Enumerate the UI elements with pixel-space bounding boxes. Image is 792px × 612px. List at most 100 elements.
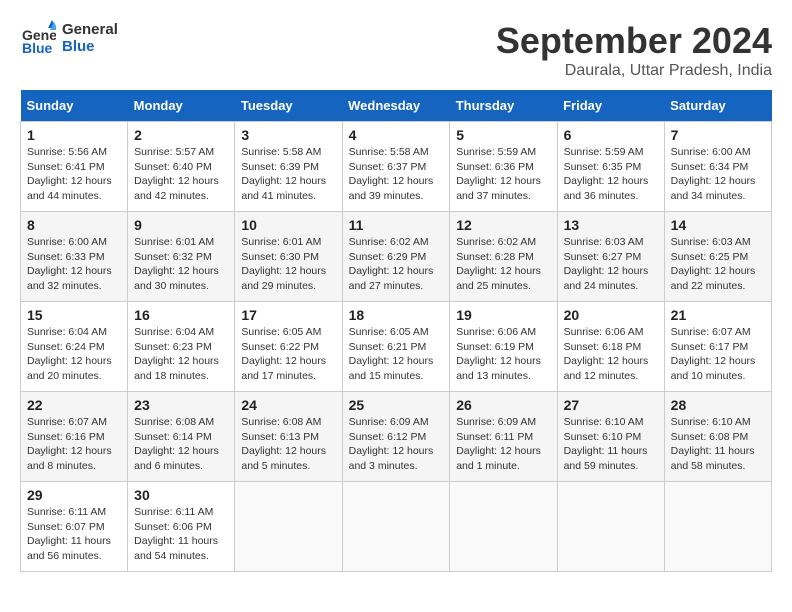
day-number: 21 bbox=[671, 307, 765, 323]
logo-general: General bbox=[62, 21, 118, 38]
day-info: Sunrise: 6:03 AM Sunset: 6:25 PM Dayligh… bbox=[671, 235, 765, 294]
day-number: 20 bbox=[564, 307, 658, 323]
day-info: Sunrise: 6:09 AM Sunset: 6:11 PM Dayligh… bbox=[456, 415, 550, 474]
calendar-table: SundayMondayTuesdayWednesdayThursdayFrid… bbox=[20, 90, 772, 572]
day-cell: 4Sunrise: 5:58 AM Sunset: 6:37 PM Daylig… bbox=[342, 122, 450, 212]
day-cell bbox=[235, 482, 342, 572]
day-info: Sunrise: 6:00 AM Sunset: 6:33 PM Dayligh… bbox=[27, 235, 121, 294]
day-cell: 3Sunrise: 5:58 AM Sunset: 6:39 PM Daylig… bbox=[235, 122, 342, 212]
day-info: Sunrise: 6:06 AM Sunset: 6:19 PM Dayligh… bbox=[456, 325, 550, 384]
day-number: 26 bbox=[456, 397, 550, 413]
day-number: 13 bbox=[564, 217, 658, 233]
day-cell: 29 Sunrise: 6:11 AM Sunset: 6:07 PM Dayli… bbox=[21, 482, 128, 572]
day-info: Sunrise: 6:11 AM Sunset: 6:07 PM Dayligh… bbox=[27, 505, 121, 564]
day-info: Sunrise: 6:08 AM Sunset: 6:13 PM Dayligh… bbox=[241, 415, 335, 474]
day-cell: 1 Sunrise: 5:56 AM Sunset: 6:41 PM Daylig… bbox=[21, 122, 128, 212]
day-number: 8 bbox=[27, 217, 121, 233]
day-info: Sunrise: 5:59 AM Sunset: 6:36 PM Dayligh… bbox=[456, 145, 550, 204]
day-info: Sunrise: 6:02 AM Sunset: 6:28 PM Dayligh… bbox=[456, 235, 550, 294]
day-number: 22 bbox=[27, 397, 121, 413]
day-cell: 6 Sunrise: 5:59 AM Sunset: 6:35 PM Daylig… bbox=[557, 122, 664, 212]
day-cell: 8 Sunrise: 6:00 AM Sunset: 6:33 PM Daylig… bbox=[21, 212, 128, 302]
day-number: 7 bbox=[671, 127, 765, 143]
day-info: Sunrise: 6:05 AM Sunset: 6:22 PM Dayligh… bbox=[241, 325, 335, 384]
day-number: 1 bbox=[27, 127, 121, 143]
logo-icon: General Blue bbox=[20, 20, 56, 56]
day-info: Sunrise: 6:11 AM Sunset: 6:06 PM Dayligh… bbox=[134, 505, 228, 564]
day-number: 6 bbox=[564, 127, 658, 143]
week-row-2: 8 Sunrise: 6:00 AM Sunset: 6:33 PM Daylig… bbox=[21, 212, 772, 302]
day-cell: 2 Sunrise: 5:57 AM Sunset: 6:40 PM Daylig… bbox=[128, 122, 235, 212]
day-cell: 9 Sunrise: 6:01 AM Sunset: 6:32 PM Daylig… bbox=[128, 212, 235, 302]
day-info: Sunrise: 6:10 AM Sunset: 6:10 PM Dayligh… bbox=[564, 415, 658, 474]
header: General Blue General Blue September 2024… bbox=[20, 20, 772, 80]
header-monday: Monday bbox=[128, 90, 235, 122]
day-number: 27 bbox=[564, 397, 658, 413]
day-cell: 25 Sunrise: 6:09 AM Sunset: 6:12 PM Dayli… bbox=[342, 392, 450, 482]
day-number: 3 bbox=[241, 127, 335, 143]
month-title: September 2024 bbox=[496, 20, 772, 62]
day-cell: 24 Sunrise: 6:08 AM Sunset: 6:13 PM Dayli… bbox=[235, 392, 342, 482]
day-number: 15 bbox=[27, 307, 121, 323]
header-row: SundayMondayTuesdayWednesdayThursdayFrid… bbox=[21, 90, 772, 122]
day-cell: 30 Sunrise: 6:11 AM Sunset: 6:06 PM Dayli… bbox=[128, 482, 235, 572]
day-cell bbox=[342, 482, 450, 572]
day-number: 11 bbox=[349, 217, 444, 233]
day-info: Sunrise: 6:07 AM Sunset: 6:16 PM Dayligh… bbox=[27, 415, 121, 474]
week-row-3: 15 Sunrise: 6:04 AM Sunset: 6:24 PM Dayli… bbox=[21, 302, 772, 392]
day-number: 9 bbox=[134, 217, 228, 233]
day-cell bbox=[450, 482, 557, 572]
day-info: Sunrise: 6:00 AM Sunset: 6:34 PM Dayligh… bbox=[671, 145, 765, 204]
day-info: Sunrise: 6:01 AM Sunset: 6:32 PM Dayligh… bbox=[134, 235, 228, 294]
day-number: 18 bbox=[349, 307, 444, 323]
day-number: 25 bbox=[349, 397, 444, 413]
day-cell: 11 Sunrise: 6:02 AM Sunset: 6:29 PM Dayli… bbox=[342, 212, 450, 302]
day-info: Sunrise: 6:08 AM Sunset: 6:14 PM Dayligh… bbox=[134, 415, 228, 474]
day-info: Sunrise: 6:09 AM Sunset: 6:12 PM Dayligh… bbox=[349, 415, 444, 474]
day-info: Sunrise: 6:01 AM Sunset: 6:30 PM Dayligh… bbox=[241, 235, 335, 294]
day-info: Sunrise: 5:56 AM Sunset: 6:41 PM Dayligh… bbox=[27, 145, 121, 204]
logo-blue: Blue bbox=[62, 38, 118, 55]
day-number: 17 bbox=[241, 307, 335, 323]
day-number: 30 bbox=[134, 487, 228, 503]
location-title: Daurala, Uttar Pradesh, India bbox=[496, 62, 772, 80]
day-cell: 13 Sunrise: 6:03 AM Sunset: 6:27 PM Dayli… bbox=[557, 212, 664, 302]
week-row-5: 29 Sunrise: 6:11 AM Sunset: 6:07 PM Dayli… bbox=[21, 482, 772, 572]
day-number: 29 bbox=[27, 487, 121, 503]
header-friday: Friday bbox=[557, 90, 664, 122]
day-info: Sunrise: 6:10 AM Sunset: 6:08 PM Dayligh… bbox=[671, 415, 765, 474]
day-cell bbox=[557, 482, 664, 572]
day-cell: 28Sunrise: 6:10 AM Sunset: 6:08 PM Dayli… bbox=[664, 392, 771, 482]
header-sunday: Sunday bbox=[21, 90, 128, 122]
day-number: 23 bbox=[134, 397, 228, 413]
day-number: 2 bbox=[134, 127, 228, 143]
day-number: 24 bbox=[241, 397, 335, 413]
day-cell: 12Sunrise: 6:02 AM Sunset: 6:28 PM Dayli… bbox=[450, 212, 557, 302]
header-wednesday: Wednesday bbox=[342, 90, 450, 122]
day-number: 14 bbox=[671, 217, 765, 233]
day-number: 16 bbox=[134, 307, 228, 323]
week-row-1: 1 Sunrise: 5:56 AM Sunset: 6:41 PM Daylig… bbox=[21, 122, 772, 212]
day-info: Sunrise: 6:07 AM Sunset: 6:17 PM Dayligh… bbox=[671, 325, 765, 384]
day-cell: 17 Sunrise: 6:05 AM Sunset: 6:22 PM Dayli… bbox=[235, 302, 342, 392]
day-cell: 27 Sunrise: 6:10 AM Sunset: 6:10 PM Dayli… bbox=[557, 392, 664, 482]
week-row-4: 22 Sunrise: 6:07 AM Sunset: 6:16 PM Dayli… bbox=[21, 392, 772, 482]
header-tuesday: Tuesday bbox=[235, 90, 342, 122]
day-number: 4 bbox=[349, 127, 444, 143]
day-cell bbox=[664, 482, 771, 572]
day-info: Sunrise: 6:04 AM Sunset: 6:24 PM Dayligh… bbox=[27, 325, 121, 384]
day-cell: 14 Sunrise: 6:03 AM Sunset: 6:25 PM Dayli… bbox=[664, 212, 771, 302]
day-info: Sunrise: 6:04 AM Sunset: 6:23 PM Dayligh… bbox=[134, 325, 228, 384]
day-cell: 20Sunrise: 6:06 AM Sunset: 6:18 PM Dayli… bbox=[557, 302, 664, 392]
day-cell: 26 Sunrise: 6:09 AM Sunset: 6:11 PM Dayli… bbox=[450, 392, 557, 482]
day-info: Sunrise: 6:03 AM Sunset: 6:27 PM Dayligh… bbox=[564, 235, 658, 294]
day-info: Sunrise: 5:59 AM Sunset: 6:35 PM Dayligh… bbox=[564, 145, 658, 204]
day-cell: 15 Sunrise: 6:04 AM Sunset: 6:24 PM Dayli… bbox=[21, 302, 128, 392]
day-cell: 23 Sunrise: 6:08 AM Sunset: 6:14 PM Dayli… bbox=[128, 392, 235, 482]
title-area: September 2024 Daurala, Uttar Pradesh, I… bbox=[496, 20, 772, 80]
day-info: Sunrise: 6:02 AM Sunset: 6:29 PM Dayligh… bbox=[349, 235, 444, 294]
day-cell: 18Sunrise: 6:05 AM Sunset: 6:21 PM Dayli… bbox=[342, 302, 450, 392]
day-cell: 19Sunrise: 6:06 AM Sunset: 6:19 PM Dayli… bbox=[450, 302, 557, 392]
day-info: Sunrise: 5:57 AM Sunset: 6:40 PM Dayligh… bbox=[134, 145, 228, 204]
svg-text:Blue: Blue bbox=[22, 40, 53, 56]
